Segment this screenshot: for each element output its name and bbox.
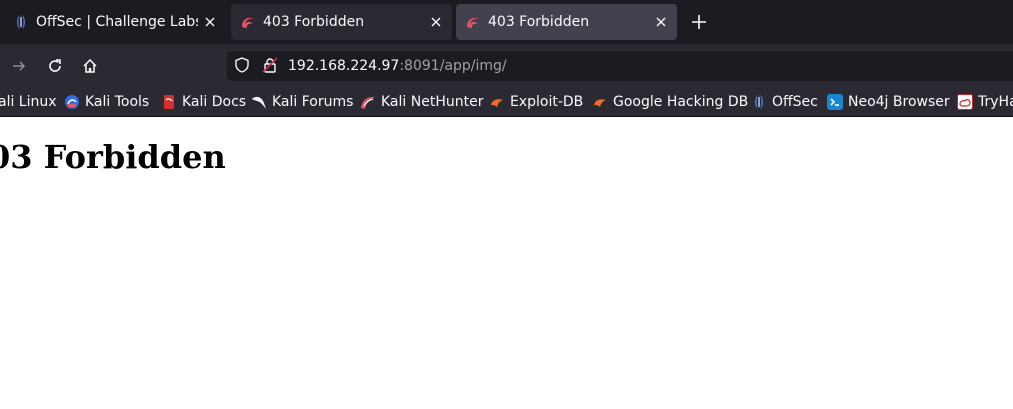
url-host: 192.168.224.97 [288,58,400,74]
bookmark-offsec[interactable]: OffSec [751,92,818,112]
close-tab-icon[interactable] [424,10,448,34]
bookmark-label: Kali Tools [85,94,150,110]
url-text[interactable]: 192.168.224.97:8091/app/img/ [288,57,507,75]
bookmark-label: Kali Forums [272,94,354,110]
arrow-right-icon [13,61,26,71]
bookmark-label: Google Hacking DB [613,94,749,110]
nethunter-icon [361,96,375,109]
bookmark-label: TryHa [978,94,1013,110]
ghdb-icon [594,99,606,107]
tab-title: 403 Forbidden [263,14,365,30]
tab-title: OffSec | Challenge Labs [36,14,198,30]
offsec-icon [755,95,763,109]
page-heading: 03 Forbidden [0,138,226,176]
bookmark-kali-docs[interactable]: Kali Docs [161,92,246,112]
close-tab-icon[interactable] [198,10,222,34]
bookmark-label: Kali NetHunter [381,94,484,110]
reload-icon [49,59,61,72]
kali-docs-icon [164,95,174,109]
reload-button[interactable] [41,52,69,80]
tryhackme-icon [957,94,973,110]
bookmark-kali-tools[interactable]: Kali Tools [64,92,149,112]
close-tab-icon[interactable] [649,10,673,34]
bookmark-google-hacking-db[interactable]: Google Hacking DB [592,92,748,112]
tab-403-forbidden-active[interactable]: 403 Forbidden [456,4,677,40]
forward-button[interactable] [5,52,33,80]
neo4j-icon [827,94,843,110]
bookmark-exploit-db[interactable]: Exploit-DB [489,92,583,112]
tab-offsec[interactable]: OffSec | Challenge Labs [0,4,226,40]
plus-icon [692,15,706,29]
offsec-favicon-icon [17,15,25,29]
url-path: :8091/app/img/ [399,58,507,74]
home-button[interactable] [76,52,104,80]
bookmark-label: Kali Docs [182,94,247,110]
tab-403-forbidden[interactable]: 403 Forbidden [231,4,452,40]
kali-tools-icon [65,95,79,109]
page-content: 03 Forbidden [0,117,1013,409]
bookmark-label: Exploit-DB [510,94,584,110]
shield-icon[interactable] [234,57,250,73]
bookmark-tryhackme[interactable]: TryHa [957,92,1013,112]
kali-dragon-favicon-icon [467,17,479,28]
new-tab-button[interactable] [687,10,711,34]
bookmark-kali-nethunter[interactable]: Kali NetHunter [360,92,483,112]
bookmark-label: Neo4j Browser [848,94,950,110]
bookmark-label: ali Linux [0,94,57,110]
bookmark-neo4j-browser[interactable]: Neo4j Browser [827,92,950,112]
bookmarks-toolbar: ali Linux Kali Tools Kali Docs Kali Foru… [0,88,1013,117]
bookmark-label: OffSec [772,94,818,110]
kali-forums-icon [252,96,266,109]
bookmark-kali-linux[interactable]: ali Linux [0,92,57,112]
kali-dragon-favicon-icon [242,17,254,28]
exploit-db-icon [491,99,503,107]
tab-strip: OffSec | Challenge Labs 403 Forbidden 40… [0,0,1013,44]
home-icon [83,58,97,73]
bookmark-kali-forums[interactable]: Kali Forums [251,92,353,112]
tab-title: 403 Forbidden [488,14,590,30]
insecure-lock-icon[interactable] [262,57,278,73]
